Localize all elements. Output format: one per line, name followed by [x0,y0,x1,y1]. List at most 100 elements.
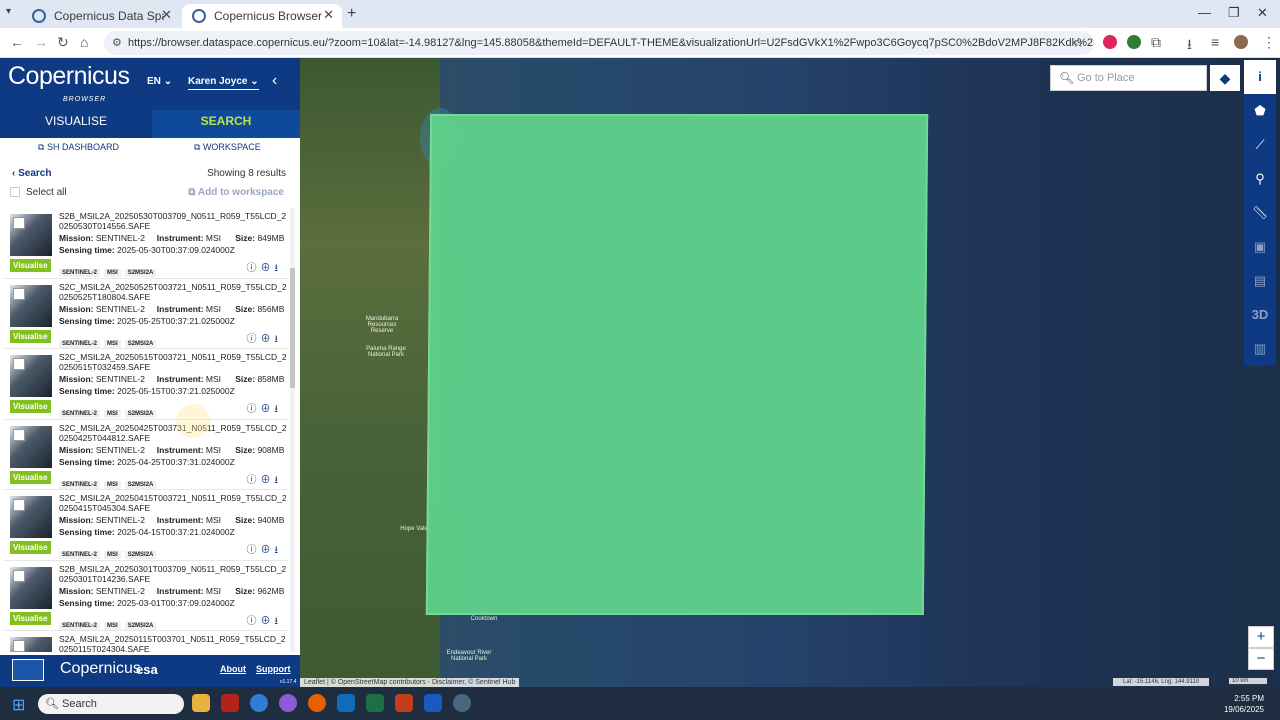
info-icon[interactable]: ⓘ [247,263,261,274]
poi-marker-icon[interactable]: ⚲ [1244,162,1276,196]
menu-dots-icon[interactable]: ⋮ [1262,34,1276,51]
zoom-to-tile-icon[interactable]: ⊕ [261,475,275,486]
tab-search[interactable]: SEARCH [152,110,300,138]
layers-button[interactable]: ◆ [1210,65,1240,91]
minimize-icon[interactable]: — [1198,5,1211,20]
zoom-to-tile-icon[interactable]: ⊕ [261,545,275,556]
visualise-button[interactable]: Visualise [10,541,51,554]
result-checkbox[interactable] [13,428,25,441]
download-icon[interactable]: ⭳ [275,475,283,486]
tab-dataspace-ecosystem[interactable]: Copernicus Data Space Ecosyst ✕ [22,4,180,28]
result-thumbnail[interactable] [10,566,52,609]
collapse-sidebar-icon[interactable]: ‹ [272,72,277,90]
result-thumbnail[interactable] [10,284,52,327]
url-field[interactable]: ⚙ https://browser.dataspace.copernicus.e… [104,31,1094,55]
tab-copernicus-browser[interactable]: Copernicus Browser ✕ [182,4,342,28]
visualise-button[interactable]: Visualise [10,259,51,272]
timelapse-icon[interactable]: ▤ [1244,264,1276,298]
result-item[interactable]: S2B_MSIL2A_20250530T003709_N0511_R059_T5… [4,208,288,279]
profile-avatar[interactable] [1234,35,1248,49]
sh-dashboard-link[interactable]: ⧉ SH DASHBOARD [38,142,119,153]
scrollbar-thumb[interactable] [290,268,295,388]
home-icon[interactable]: ⌂ [80,34,88,50]
zoom-to-tile-icon[interactable]: ⊕ [261,263,275,274]
back-to-search[interactable]: ‹ Search [12,168,51,179]
download-icon[interactable]: ⭳ [1187,34,1192,58]
copernicus-logo[interactable]: Copernicus BROWSER [8,62,130,103]
zoom-in-button[interactable]: + [1248,626,1274,648]
info-icon[interactable]: i [1244,60,1276,94]
outlook-icon[interactable] [337,694,355,712]
visualise-button[interactable]: Visualise [10,400,51,413]
go-to-place-input[interactable]: 🔍︎ Go to Place [1050,65,1207,91]
chrome-icon[interactable] [250,694,268,712]
aoi-polygon-icon[interactable]: ⬟ [1244,94,1276,128]
taskbar-search[interactable]: 🔍︎ Search [38,694,184,714]
word-icon[interactable] [424,694,442,712]
excel-icon[interactable] [366,694,384,712]
info-icon[interactable]: ⓘ [247,404,261,415]
result-thumbnail[interactable] [10,637,52,652]
app-icon[interactable] [279,694,297,712]
download-icon[interactable]: ⭳ [275,334,283,345]
download-icon[interactable]: ⭳ [275,263,283,274]
workspace-link[interactable]: ⧉ WORKSPACE [194,142,261,153]
windows-start-icon[interactable]: ⊞ [12,695,25,715]
reload-icon[interactable]: ↻ [57,34,69,51]
user-menu[interactable]: Karen Joyce ⌄ [188,76,259,90]
visualise-button[interactable]: Visualise [10,329,51,343]
zoom-to-tile-icon[interactable]: ⊕ [261,404,275,415]
select-all-checkbox[interactable]: Select all [10,187,67,198]
extensions-puzzle-icon[interactable]: ⧉ [1151,34,1161,51]
result-checkbox[interactable] [13,640,25,652]
result-checkbox[interactable] [13,217,25,229]
about-link[interactable]: About [220,664,246,674]
info-icon[interactable]: ⓘ [247,334,261,345]
visualise-button[interactable]: Visualise [10,470,51,484]
results-scrollbar[interactable] [290,208,295,652]
result-item[interactable]: S2C_MSIL2A_20250515T003721_N0511_R059_T5… [4,349,288,420]
map-attribution[interactable]: Leaflet | © OpenStreetMap contributors -… [300,678,520,687]
result-item[interactable]: S2C_MSIL2A_20250425T003731_N0511_R059_T5… [4,419,288,490]
result-thumbnail[interactable] [10,355,52,397]
info-icon[interactable]: ⓘ [247,475,261,486]
result-thumbnail[interactable] [10,425,52,468]
3d-view-button[interactable]: 3D [1244,298,1276,332]
result-checkbox[interactable] [13,499,25,511]
result-checkbox[interactable] [13,358,25,370]
draw-line-icon[interactable]: ⟋ [1244,128,1276,162]
restore-icon[interactable]: ❐ [1228,5,1240,21]
result-item[interactable]: S2B_MSIL2A_20250301T003709_N0511_R059_T5… [4,560,288,631]
file-explorer-icon[interactable] [192,694,210,712]
app-icon[interactable] [453,694,471,712]
image-download-icon[interactable]: ▣ [1244,230,1276,264]
system-clock[interactable]: 2:55 PM 19/06/2025 [1224,693,1264,715]
language-select[interactable]: EN ⌄ [147,76,172,87]
checkbox[interactable] [10,187,20,198]
close-tab-icon[interactable]: ✕ [323,7,334,23]
visualise-button[interactable]: Visualise [10,611,51,625]
info-icon[interactable]: ⓘ [247,616,261,627]
download-icon[interactable]: ⭳ [275,404,283,415]
powerpoint-icon[interactable] [395,694,413,712]
tab-groups-icon[interactable]: ≡ [1211,34,1219,50]
tab-visualise[interactable]: VISUALISE [0,110,152,132]
site-info-icon[interactable]: ⚙ [112,31,122,55]
tab-search-icon[interactable]: ▾ [6,6,11,17]
close-window-icon[interactable]: ✕ [1257,5,1268,21]
extension-icon[interactable] [1103,35,1117,49]
result-item[interactable]: S2C_MSIL2A_20250525T003721_N0511_R059_T5… [4,278,288,349]
result-item[interactable]: S2C_MSIL2A_20250415T003721_N0511_R059_T5… [4,490,288,561]
add-to-workspace-button[interactable]: ⧉ Add to workspace [188,187,284,198]
measure-icon[interactable]: 📏︎ [1244,196,1276,230]
info-icon[interactable]: ⓘ [247,545,261,556]
zoom-to-tile-icon[interactable]: ⊕ [261,616,275,627]
support-link[interactable]: Support [256,664,291,674]
download-icon[interactable]: ⭳ [275,616,283,627]
zoom-to-tile-icon[interactable]: ⊕ [261,334,275,345]
result-checkbox[interactable] [13,287,25,300]
result-item[interactable]: S2A_MSIL2A_20250115T003701_N0511_R059_T5… [4,631,288,652]
histogram-icon[interactable]: ▥ [1244,332,1276,366]
firefox-icon[interactable] [308,694,326,712]
close-tab-icon[interactable]: ✕ [161,7,172,23]
